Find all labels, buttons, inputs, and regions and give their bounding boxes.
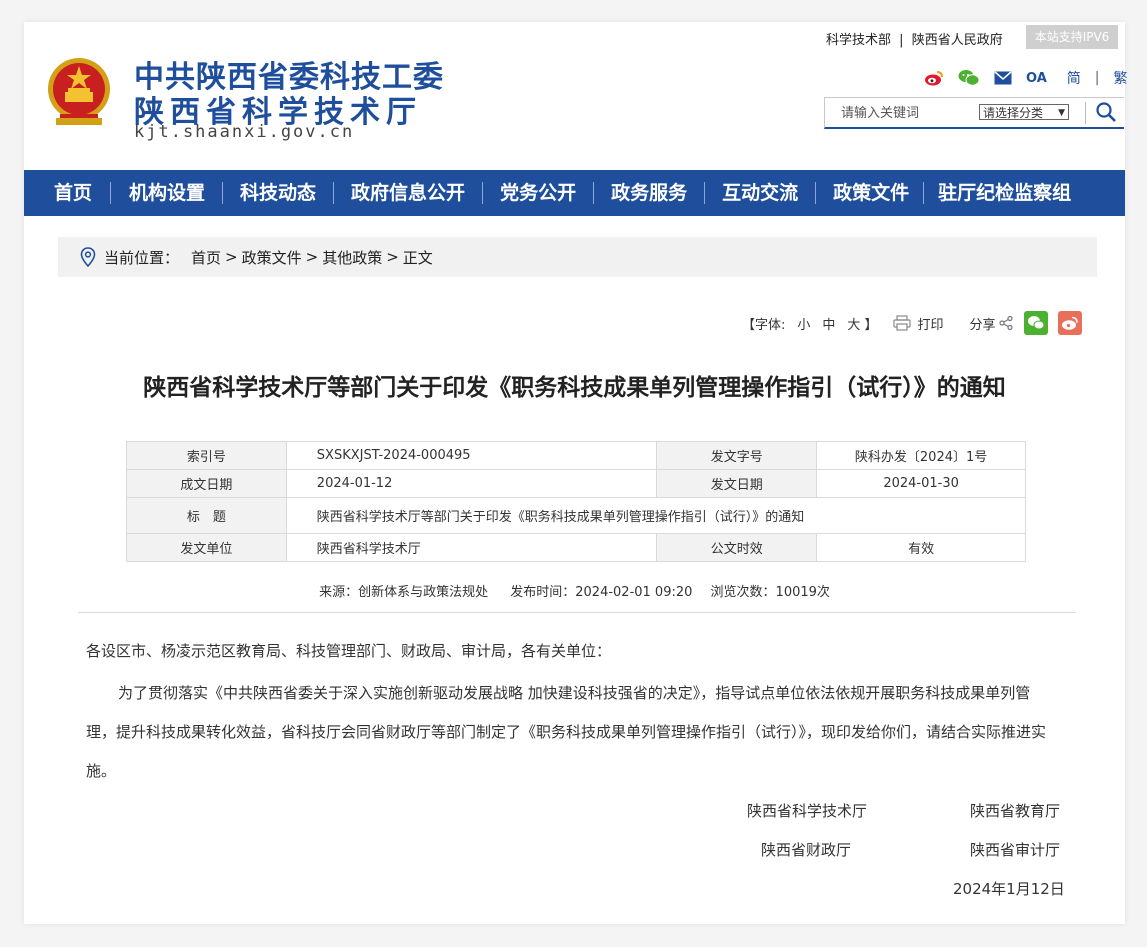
nav-item-discipline-inspection[interactable]: 驻厅纪检监察组 <box>938 170 1071 216</box>
ipv6-badge: 本站支持IPV6 <box>1026 25 1118 49</box>
national-emblem-icon <box>48 58 110 125</box>
search-icon[interactable] <box>1091 99 1121 125</box>
social-links: OA 简 | 繁 <box>924 68 1127 88</box>
search-category-value: 请选择分类 <box>983 106 1044 120</box>
wechat-icon[interactable] <box>958 69 980 87</box>
font-size-medium[interactable]: 中 <box>822 314 835 333</box>
share-wechat-button[interactable] <box>1024 311 1049 335</box>
main-nav: 首页 机构设置 科技动态 政府信息公开 党务公开 政务服务 互动交流 政策文件 … <box>24 170 1125 216</box>
font-size-large[interactable]: 大 <box>847 314 860 333</box>
breadcrumb-current: 正文 <box>402 248 433 267</box>
share-label: 分享 <box>969 317 996 333</box>
search-input[interactable] <box>825 98 983 128</box>
meta-label-issuer: 发文单位 <box>126 533 287 562</box>
nav-divider <box>593 182 595 204</box>
signer-sti: 陕西省科学技术厅 <box>747 802 868 820</box>
breadcrumb-other-policies[interactable]: 其他政策 <box>322 247 382 268</box>
article-title: 陕西省科学技术厅等部门关于印发《职务科技成果单列管理操作指引（试行）》的通知 <box>143 375 1006 401</box>
nav-divider <box>110 182 112 204</box>
lang-simplified[interactable]: 简 <box>1067 68 1081 88</box>
breadcrumb-home[interactable]: 首页 <box>191 247 221 268</box>
meta-value-created: 2024-01-12 <box>285 469 658 498</box>
meta-label-issued: 发文日期 <box>656 469 818 498</box>
meta-label-created: 成文日期 <box>126 469 287 498</box>
meta-label-validity: 公文时效 <box>656 533 818 562</box>
nav-divider <box>704 182 706 204</box>
breadcrumb-policy-docs[interactable]: 政策文件 <box>242 247 302 268</box>
article-body-line: 理，提升科技成果转化效益，省科技厅会同省财政厅等部门制定了《职务科技成果单列管理… <box>86 723 1047 741</box>
top-link-provincial-gov[interactable]: 陕西省人民政府 <box>912 33 1003 48</box>
meta-label-docno: 发文字号 <box>656 441 818 470</box>
signer-education: 陕西省教育厅 <box>970 802 1061 820</box>
font-size-close: 】 <box>864 317 878 333</box>
share-weibo-button[interactable] <box>1058 311 1083 335</box>
article-source: 来源：创新体系与政策法规处 <box>319 585 489 600</box>
oa-link[interactable]: OA <box>1026 71 1047 86</box>
article-view-count: 浏览次数：10019次 <box>710 585 830 600</box>
top-links: 科学技术部 | 陕西省人民政府 <box>826 29 1003 48</box>
signer-audit: 陕西省审计厅 <box>970 841 1061 859</box>
publish-info: 来源：创新体系与政策法规处 发布时间：2024-02-01 09:20 浏览次数… <box>24 581 1125 600</box>
nav-divider <box>482 182 484 204</box>
breadcrumb-separator: > <box>225 248 238 266</box>
search-divider <box>1085 102 1086 124</box>
meta-value-issued: 2024-01-30 <box>816 469 1026 498</box>
article-body-line: 施。 <box>86 762 117 780</box>
meta-value-issuer: 陕西省科学技术厅 <box>285 533 658 562</box>
breadcrumb-separator: > <box>305 248 319 266</box>
lang-traditional[interactable]: 繁 <box>1113 68 1127 88</box>
meta-value-title: 陕西省科学技术厅等部门关于印发《职务科技成果单列管理操作指引（试行）》的通知 <box>285 497 1027 534</box>
nav-item-gov-services[interactable]: 政务服务 <box>611 170 687 216</box>
nav-item-interaction[interactable]: 互动交流 <box>722 170 798 216</box>
document-date: 2024年1月12日 <box>953 880 1065 898</box>
table-row: 发文单位 陕西省科学技术厅 公文时效 有效 <box>126 533 1026 562</box>
meta-value-index: SXSKXJST-2024-000495 <box>285 441 658 470</box>
site-url: kjt.shaanxi.gov.cn <box>134 122 355 142</box>
font-size-open: 【字体: <box>742 317 786 333</box>
article-publish-time: 发布时间：2024-02-01 09:20 <box>510 585 693 600</box>
nav-item-organization[interactable]: 机构设置 <box>129 170 205 216</box>
nav-divider <box>333 182 335 204</box>
divider <box>78 612 1076 613</box>
print-button[interactable]: 打印 <box>917 314 943 333</box>
nav-item-policy-docs[interactable]: 政策文件 <box>833 170 909 216</box>
weibo-icon[interactable] <box>924 69 944 87</box>
table-row: 索引号 SXSKXJST-2024-000495 发文字号 陕科办发〔2024〕… <box>126 441 1026 470</box>
nav-item-gov-info[interactable]: 政府信息公开 <box>351 170 465 216</box>
location-pin-icon <box>80 247 96 267</box>
nav-divider <box>815 182 817 204</box>
breadcrumb-separator: > <box>386 248 399 266</box>
page: 中共陕西省委科技工委 陕西省科学技术厅 kjt.shaanxi.gov.cn 科… <box>24 22 1127 924</box>
print-icon[interactable] <box>893 315 912 331</box>
font-size-small[interactable]: 小 <box>797 314 810 333</box>
lang-separator: | <box>1094 70 1100 86</box>
article-body-line: 为了贯彻落实《中共陕西省委关于深入实施创新驱动发展战略 加快建设科技强省的决定》… <box>118 684 1031 702</box>
table-row: 成文日期 2024-01-12 发文日期 2024-01-30 <box>126 469 1026 498</box>
share-icon <box>999 315 1014 331</box>
meta-value-docno: 陕科办发〔2024〕1号 <box>816 441 1026 470</box>
nav-item-home[interactable]: 首页 <box>54 170 92 216</box>
nav-item-tech-news[interactable]: 科技动态 <box>240 170 316 216</box>
search-category-select[interactable]: 请选择分类 ▼ <box>979 104 1069 120</box>
article-tools: 【字体: 小 中 大 】 打印 分享 <box>742 311 1083 335</box>
top-link-separator: | <box>899 33 904 48</box>
table-row: 标 题 陕西省科学技术厅等部门关于印发《职务科技成果单列管理操作指引（试行）》的… <box>126 497 1027 534</box>
article-salutation: 各设区市、杨凌示范区教育局、科技管理部门、财政局、审计局，各有关单位： <box>86 642 612 660</box>
weibo-icon <box>1062 316 1079 330</box>
nav-divider <box>222 182 224 204</box>
nav-divider <box>923 182 925 204</box>
mail-icon[interactable] <box>994 71 1012 85</box>
document-meta-table: 索引号 SXSKXJST-2024-000495 发文字号 陕科办发〔2024〕… <box>126 441 1027 562</box>
search-bar: 请选择分类 ▼ <box>824 97 1124 129</box>
breadcrumb: 当前位置： 首页 > 政策文件 > 其他政策 > 正文 <box>58 237 1097 277</box>
wechat-icon <box>1028 315 1045 329</box>
chevron-down-icon: ▼ <box>1058 108 1065 118</box>
meta-value-validity: 有效 <box>816 533 1026 562</box>
signer-finance: 陕西省财政厅 <box>761 841 852 859</box>
breadcrumb-label: 当前位置： <box>104 248 180 267</box>
nav-item-party-affairs[interactable]: 党务公开 <box>500 170 576 216</box>
top-link-most[interactable]: 科学技术部 <box>826 33 891 48</box>
meta-label-title: 标 题 <box>126 497 287 534</box>
meta-label-index: 索引号 <box>126 441 287 470</box>
